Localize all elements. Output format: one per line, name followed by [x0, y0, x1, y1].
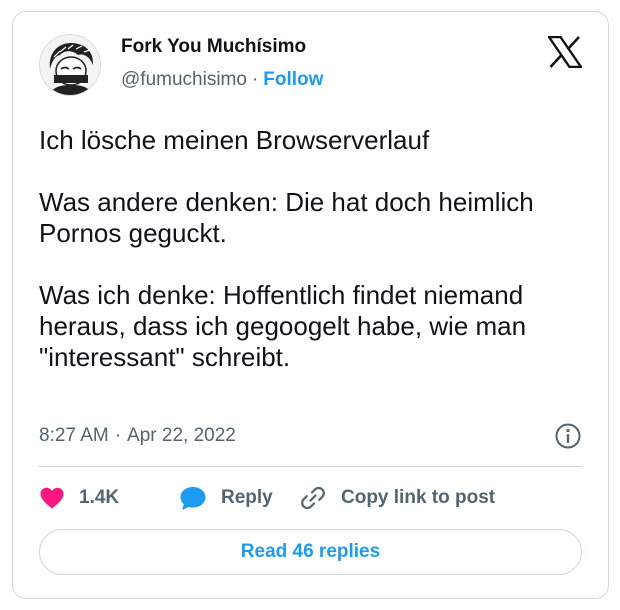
author-handle-row: @fumuchisimo · Follow [121, 69, 323, 91]
like-button[interactable]: 1.4K [39, 482, 119, 514]
divider [39, 466, 582, 467]
avatar-illustration [40, 35, 100, 95]
read-replies-button[interactable]: Read 46 replies [39, 529, 582, 575]
avatar[interactable] [39, 34, 101, 96]
speech-bubble-icon [180, 487, 206, 510]
link-icon [301, 486, 325, 510]
reply-label: Reply [221, 487, 273, 508]
author-name[interactable]: Fork You Muchísimo [121, 36, 306, 58]
author-handle[interactable]: @fumuchisimo [121, 69, 247, 90]
follow-button[interactable]: Follow [263, 69, 323, 90]
meta-separator: · [114, 425, 122, 446]
tweet-time[interactable]: 8:27 AM [39, 425, 109, 446]
reply-button[interactable]: Reply [179, 482, 273, 514]
info-icon[interactable] [554, 422, 582, 450]
heart-icon [40, 487, 64, 509]
handle-separator: · [251, 69, 259, 90]
copy-link-label: Copy link to post [341, 487, 496, 508]
x-logo-icon[interactable] [546, 35, 584, 69]
copy-link-button[interactable]: Copy link to post [299, 482, 495, 514]
tweet-text: Ich lösche meinen Browserverlauf Was and… [39, 125, 534, 372]
timestamp-row: 8:27 AM · Apr 22, 2022 [39, 425, 236, 447]
like-count: 1.4K [79, 487, 120, 508]
read-replies-label: Read 46 replies [240, 541, 381, 562]
tweet-date[interactable]: Apr 22, 2022 [127, 425, 236, 446]
tweet-card: Fork You Muchísimo @fumuchisimo · Follow I… [12, 11, 609, 599]
